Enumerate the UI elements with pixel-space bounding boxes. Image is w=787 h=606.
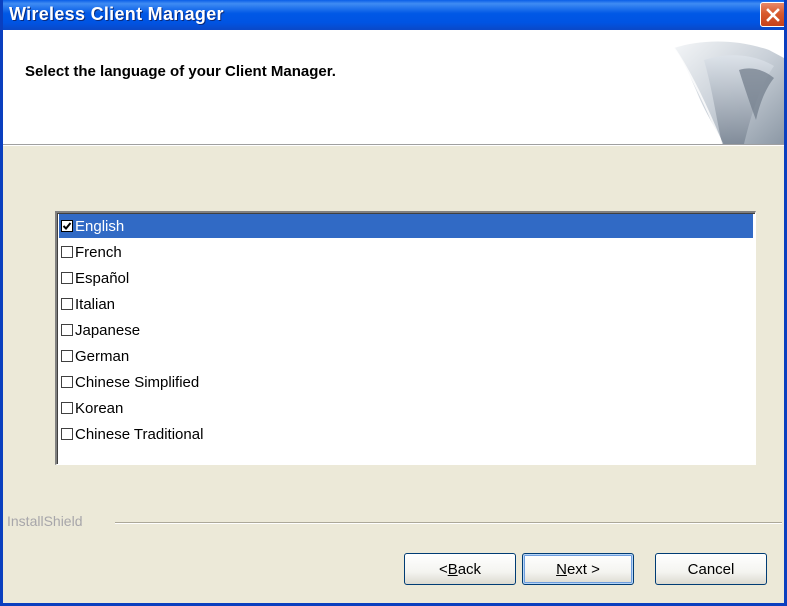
- language-checkbox[interactable]: [61, 272, 73, 284]
- list-item-label: Japanese: [75, 321, 141, 339]
- list-item-espanol[interactable]: Español: [59, 266, 753, 290]
- list-item-japanese[interactable]: Japanese: [59, 318, 753, 342]
- header-divider-highlight: [3, 145, 784, 146]
- list-item-italian[interactable]: Italian: [59, 292, 753, 316]
- list-item-korean[interactable]: Korean: [59, 396, 753, 420]
- list-item-label: Korean: [75, 399, 124, 417]
- installer-logo-graphic: [673, 41, 784, 144]
- list-item-chinese-traditional[interactable]: Chinese Traditional: [59, 422, 753, 446]
- list-item-label: French: [75, 243, 122, 261]
- cancel-button[interactable]: Cancel: [655, 553, 767, 585]
- next-button[interactable]: Next >: [522, 553, 634, 585]
- list-item-label: Italian: [75, 295, 116, 313]
- list-item-label: English: [75, 217, 125, 235]
- language-checkbox[interactable]: [61, 324, 73, 336]
- language-checkbox[interactable]: [61, 428, 73, 440]
- language-checkbox[interactable]: [61, 402, 73, 414]
- footer-divider-highlight: [115, 523, 782, 524]
- close-button[interactable]: [760, 2, 784, 27]
- language-checkbox[interactable]: [61, 350, 73, 362]
- list-item-label: Español: [75, 269, 130, 287]
- list-item-english[interactable]: English: [59, 214, 753, 238]
- installer-dialog: Wireless Client Manager Select the langu…: [0, 0, 787, 606]
- back-button-prefix: <: [438, 560, 448, 578]
- language-checkbox[interactable]: [61, 376, 73, 388]
- title-bar[interactable]: Wireless Client Manager: [3, 0, 784, 30]
- list-item-chinese-simplified[interactable]: Chinese Simplified: [59, 370, 753, 394]
- list-item-label: Chinese Simplified: [75, 373, 200, 391]
- language-checkbox[interactable]: [61, 246, 73, 258]
- installshield-brand: InstallShield: [7, 513, 83, 529]
- list-item-label: German: [75, 347, 130, 365]
- next-button-label: ext >: [566, 560, 600, 578]
- window-title: Wireless Client Manager: [9, 4, 224, 24]
- page-heading: Select the language of your Client Manag…: [25, 63, 336, 80]
- close-icon: [766, 7, 780, 22]
- list-item-label: Chinese Traditional: [75, 425, 204, 443]
- back-button[interactable]: < Back: [404, 553, 516, 585]
- next-button-mnemonic: N: [556, 560, 567, 578]
- language-list[interactable]: English French Español Italian Japanese …: [55, 211, 756, 465]
- checkmark-icon: [62, 222, 72, 230]
- list-item-german[interactable]: German: [59, 344, 753, 368]
- language-checkbox[interactable]: [61, 298, 73, 310]
- back-button-mnemonic: B: [447, 560, 458, 578]
- language-checkbox[interactable]: [61, 220, 73, 232]
- header-panel: Select the language of your Client Manag…: [3, 30, 784, 144]
- back-button-label: ack: [457, 560, 482, 578]
- list-item-french[interactable]: French: [59, 240, 753, 264]
